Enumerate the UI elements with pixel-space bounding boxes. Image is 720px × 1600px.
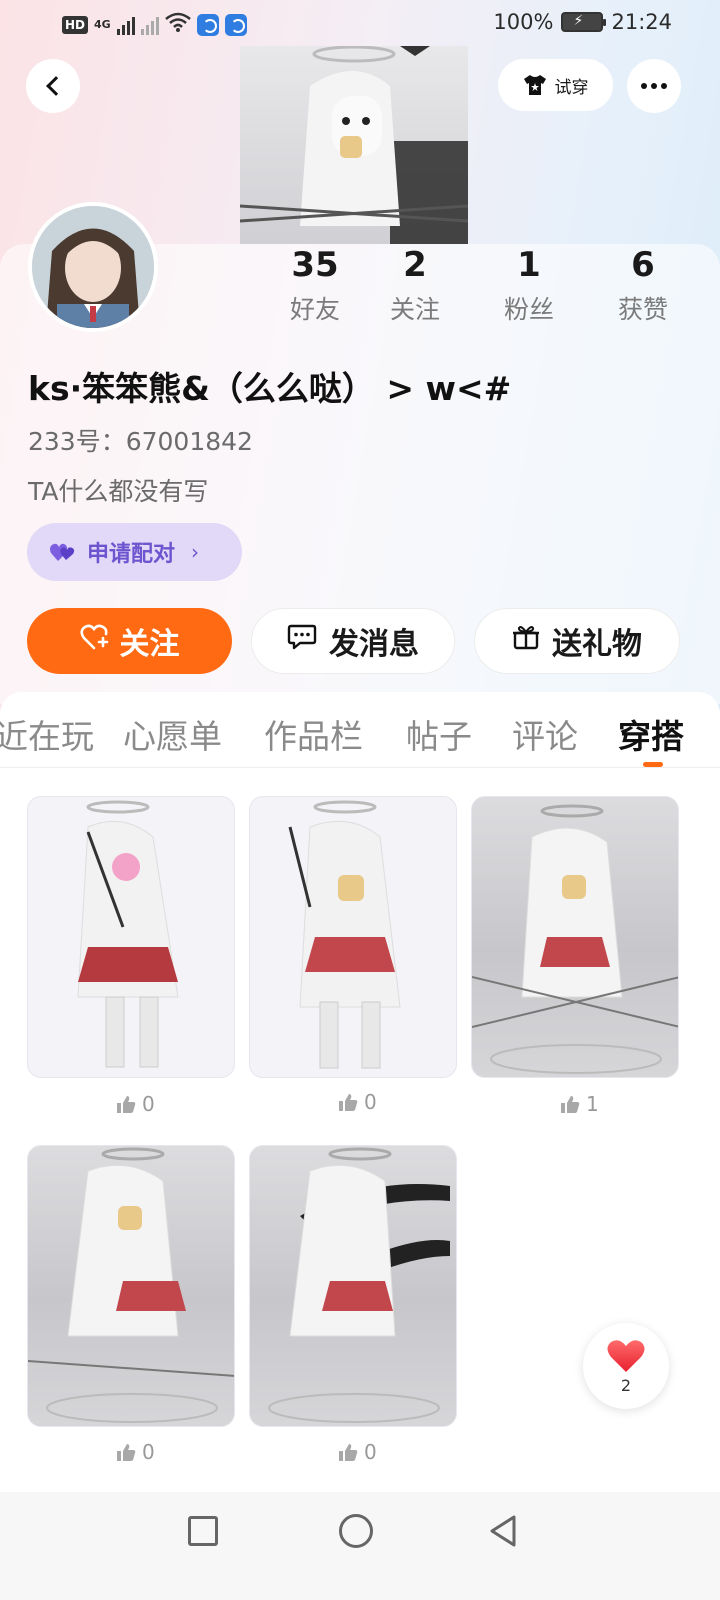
more-options-button[interactable] — [627, 59, 681, 113]
stat-value: 1 — [517, 245, 541, 285]
send-message-label: 发消息 — [329, 627, 419, 662]
profile-stats: 35 好友 2 关注 1 粉丝 6 获赞 — [0, 244, 720, 334]
follow-label: 关注 — [119, 627, 180, 662]
shirt-icon — [523, 74, 547, 96]
heart-icon — [607, 1339, 645, 1372]
outfit-card[interactable] — [249, 1145, 457, 1427]
thumb-up-icon — [117, 1096, 136, 1113]
outfit-card[interactable] — [249, 796, 457, 1078]
thumb-up-icon — [117, 1444, 136, 1461]
tab-outfits[interactable]: 穿搭 — [618, 710, 684, 758]
more-icon-dot — [661, 83, 667, 89]
thumb-up-icon — [561, 1096, 580, 1113]
outfit-card[interactable] — [27, 1145, 235, 1427]
more-icon — [641, 83, 647, 89]
send-gift-button[interactable]: 送礼物 — [474, 608, 680, 674]
stat-likes[interactable]: 6 获赞 — [593, 244, 693, 326]
request-pair-label: 申请配对 — [87, 542, 176, 567]
stat-label: 关注 — [389, 295, 440, 324]
system-navigation-bar — [0, 1492, 720, 1600]
like-count: 0 — [364, 1440, 377, 1464]
send-message-button[interactable]: 发消息 — [251, 608, 455, 674]
thumb-up-icon — [339, 1094, 358, 1111]
like-profile-button[interactable]: 2 — [583, 1323, 669, 1409]
follow-button[interactable]: 关注 — [27, 608, 232, 674]
signal-icon — [116, 15, 135, 35]
tab-wishlist[interactable]: 心愿单 — [123, 710, 222, 758]
stat-following[interactable]: 2 关注 — [365, 244, 465, 326]
like-count: 1 — [586, 1092, 599, 1116]
outfit-like-count[interactable]: 0 — [116, 1092, 155, 1116]
stat-label: 粉丝 — [503, 295, 554, 324]
like-profile-count: 2 — [620, 1375, 632, 1395]
status-bar: HD 4G 100% ⚡ 21:24 — [0, 0, 720, 50]
tab-works[interactable]: 作品栏 — [264, 710, 363, 758]
avatar-character-image — [240, 46, 468, 244]
tab-comments[interactable]: 评论 — [512, 710, 578, 758]
outfit-like-count[interactable]: 0 — [338, 1440, 377, 1464]
signal-icon-secondary — [140, 15, 159, 35]
back-nav-button[interactable] — [488, 1514, 518, 1548]
more-icon-dot — [651, 83, 657, 89]
outfit-card[interactable] — [471, 796, 679, 1078]
battery-icon: ⚡ — [561, 12, 607, 32]
app-notification-icon — [196, 13, 219, 36]
wifi-icon — [164, 12, 191, 37]
like-count: 0 — [364, 1090, 377, 1114]
profile-tabs: 最近在玩 心愿单 作品栏 帖子 评论 穿搭 — [0, 692, 720, 768]
tab-posts[interactable]: 帖子 — [406, 710, 472, 758]
like-count: 0 — [142, 1440, 155, 1464]
stat-value: 35 — [291, 245, 339, 285]
outfit-like-count[interactable]: 1 — [560, 1092, 599, 1116]
hd-icon: HD — [62, 15, 89, 34]
stat-label: 好友 — [289, 295, 340, 324]
like-count: 0 — [142, 1092, 155, 1116]
send-gift-label: 送礼物 — [552, 627, 642, 662]
home-button[interactable] — [339, 1514, 373, 1548]
app-notification-icon — [224, 13, 247, 36]
outfit-like-count[interactable]: 0 — [116, 1440, 155, 1464]
chat-bubble-icon — [287, 623, 317, 659]
outfit-card[interactable] — [27, 796, 235, 1078]
tab-recently-played[interactable]: 最近在玩 — [0, 710, 94, 758]
stat-followers[interactable]: 1 粉丝 — [479, 244, 579, 326]
chevron-right-icon: › — [191, 540, 200, 564]
chevron-left-icon — [45, 76, 66, 96]
outfit-like-count[interactable]: 0 — [338, 1090, 377, 1114]
try-on-label: 试穿 — [554, 77, 589, 98]
try-on-button[interactable]: 试穿 — [498, 59, 613, 111]
active-tab-indicator — [643, 762, 663, 767]
back-button[interactable] — [26, 59, 80, 113]
stat-value: 6 — [631, 245, 655, 285]
stat-value: 2 — [403, 245, 427, 285]
hearts-icon — [49, 541, 77, 563]
clock: 21:24 — [611, 10, 672, 34]
user-id: 233号：67001842 — [28, 427, 253, 456]
battery-percent: 100% — [493, 10, 554, 34]
stat-friends[interactable]: 35 好友 — [265, 244, 365, 326]
stat-label: 获赞 — [617, 295, 668, 324]
heart-add-icon — [79, 623, 110, 659]
gift-icon — [512, 623, 540, 659]
network-type: 4G — [94, 17, 111, 31]
username: ks·笨笨熊&（么么哒） > w<# — [28, 369, 512, 408]
bio: TA什么都没有写 — [28, 477, 209, 506]
thumb-up-icon — [339, 1444, 358, 1461]
request-pair-button[interactable]: 申请配对 › — [27, 523, 242, 581]
recent-apps-button[interactable] — [188, 1516, 218, 1546]
